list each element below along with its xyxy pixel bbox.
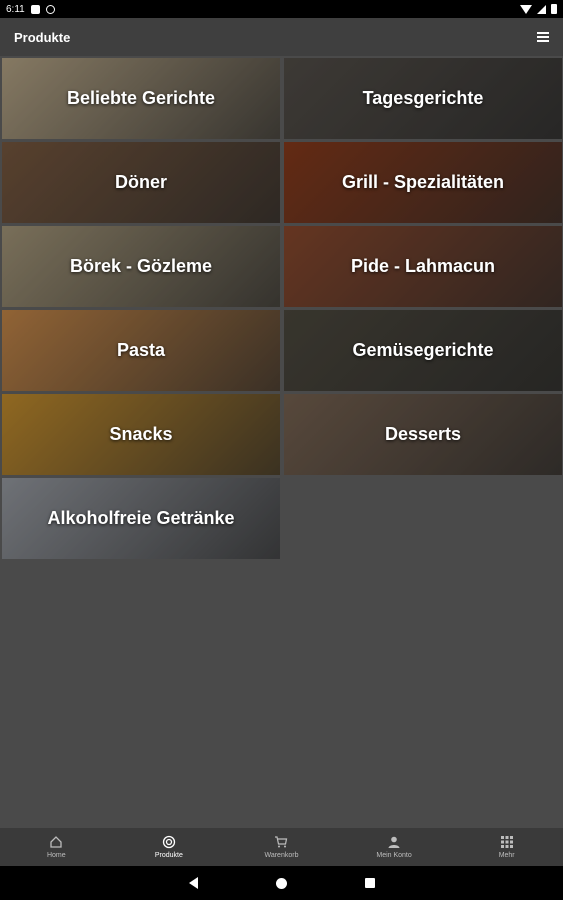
back-icon[interactable] — [188, 877, 198, 889]
status-bar: 6:11 — [0, 0, 563, 18]
home-circle-icon[interactable] — [275, 877, 287, 889]
notification-icon — [30, 4, 40, 14]
category-tile-beliebte-gerichte[interactable]: Beliebte Gerichte — [2, 58, 280, 139]
category-tile-pide-lahmacun[interactable]: Pide - Lahmacun — [284, 226, 562, 307]
home-icon — [50, 836, 62, 848]
nav-label: Produkte — [154, 852, 183, 859]
nav-mein-konto[interactable]: Mein Konto — [338, 828, 451, 866]
category-label: Snacks — [109, 424, 173, 444]
bottom-navigation: Home Produkte Warenkorb Mein Konto Mehr — [0, 828, 563, 866]
system-navigation-bar — [0, 866, 563, 900]
category-label: Desserts — [384, 424, 462, 444]
status-time: 6:11 — [6, 3, 25, 15]
category-label: Pide - Lahmacun — [350, 256, 496, 276]
sync-icon — [45, 4, 55, 14]
category-label: Gemüsegerichte — [352, 340, 494, 360]
signal-icon — [537, 4, 546, 14]
category-label: Alkoholfreie Getränke — [47, 508, 235, 528]
nav-mehr[interactable]: Mehr — [450, 828, 563, 866]
category-tile-snacks[interactable]: Snacks — [2, 394, 280, 475]
battery-icon — [551, 4, 557, 14]
category-tile-boerek-goezleme[interactable]: Börek - Gözleme — [2, 226, 280, 307]
category-tile-alkoholfreie-getraenke[interactable]: Alkoholfreie Getränke — [2, 478, 280, 559]
nav-label: Mein Konto — [376, 852, 412, 859]
category-tile-pasta[interactable]: Pasta — [2, 310, 280, 391]
category-tile-grill-spezialitaeten[interactable]: Grill - Spezialitäten — [284, 142, 562, 223]
nav-warenkorb[interactable]: Warenkorb — [225, 828, 338, 866]
category-label: Beliebte Gerichte — [66, 88, 216, 108]
category-tile-tagesgerichte[interactable]: Tagesgerichte — [284, 58, 562, 139]
cart-icon — [275, 836, 288, 848]
category-label: Pasta — [116, 340, 166, 360]
nav-produkte[interactable]: Produkte — [113, 828, 226, 866]
category-tile-doener[interactable]: Döner — [2, 142, 280, 223]
nav-label: Mehr — [498, 852, 515, 859]
category-label: Grill - Spezialitäten — [341, 172, 505, 192]
recent-apps-icon[interactable] — [364, 878, 375, 888]
grid-icon — [500, 836, 513, 848]
list-view-icon[interactable] — [537, 32, 549, 42]
category-tile-desserts[interactable]: Desserts — [284, 394, 562, 475]
app-bar: Produkte — [0, 18, 563, 56]
nav-label: Home — [46, 852, 66, 859]
nav-home[interactable]: Home — [0, 828, 113, 866]
category-label: Börek - Gözleme — [69, 256, 213, 276]
category-label: Döner — [114, 172, 167, 192]
nav-label: Warenkorb — [264, 852, 299, 859]
wifi-icon — [520, 4, 532, 14]
person-icon — [388, 836, 400, 848]
page-title: Produkte — [14, 29, 71, 45]
category-tile-gemuesegerichte[interactable]: Gemüsegerichte — [284, 310, 562, 391]
category-label: Tagesgerichte — [362, 88, 484, 108]
target-icon — [162, 835, 176, 849]
